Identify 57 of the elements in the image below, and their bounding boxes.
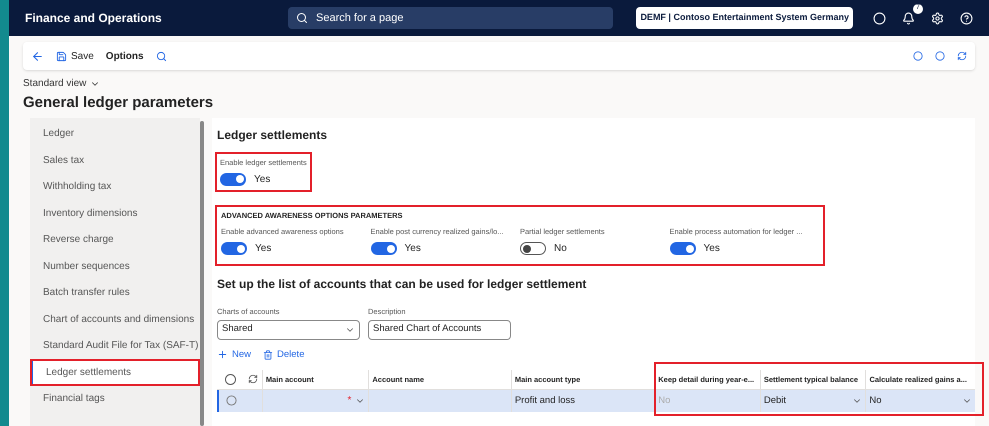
settings-icon[interactable] [931,12,944,24]
new-button[interactable]: New [217,348,252,362]
options-button[interactable]: Options [106,48,144,64]
toggle-value: Yes [254,172,270,187]
nav-item[interactable]: Inventory dimensions [30,200,200,226]
company-selector[interactable]: DEMF | Contoso Entertainment System Germany [636,7,853,29]
nav-item[interactable]: Ledger [30,120,200,147]
toggle-switch[interactable] [670,242,696,256]
refresh-icon[interactable] [957,51,967,61]
toolbar-icon[interactable] [935,51,945,61]
plus-icon [217,349,228,360]
delete-button[interactable]: Delete [263,348,304,362]
dropdown-field[interactable]: Shared [217,320,360,340]
nav-item[interactable]: Financial tags [30,386,200,412]
trash-icon [263,350,274,360]
notification-icon[interactable] [902,12,915,24]
search-field[interactable]: Search for a page [288,7,613,29]
search-icon [296,12,308,24]
app-title[interactable]: Finance and Operations [25,9,280,27]
page-title: General ledger parameters [23,93,214,113]
search-icon[interactable] [156,50,167,62]
refresh-icon[interactable] [248,374,258,384]
required-dropdown-cell[interactable]: * [262,390,368,412]
toggle-switch[interactable] [370,242,396,256]
back-icon[interactable] [31,50,44,62]
dropdown-cell[interactable]: Debit [760,390,866,412]
nav-item[interactable]: Ledger settlements [30,359,200,386]
nav-item[interactable]: Batch transfer rules [30,280,200,306]
input-field[interactable]: Shared Chart of Accounts [368,320,511,340]
toggle-switch[interactable] [220,172,246,186]
save-icon [56,50,67,62]
nav-item[interactable]: Standard Audit File for Tax (SAF-T) [30,332,200,359]
nav-item[interactable]: Sales tax [30,147,200,174]
nav-item[interactable]: Chart of accounts and dimensions [30,306,200,332]
help-icon[interactable] [960,12,973,24]
view-selector[interactable]: Standard view [23,76,100,91]
table-cell: No [654,390,760,412]
section-title: Ledger settlements [217,126,328,144]
list-heading: Set up the list of accounts that can be used for ledger settlement [217,276,588,294]
table-cell: Profit and loss [510,390,654,412]
nav-item[interactable]: Number sequences [30,253,200,280]
scrollbar[interactable] [200,120,204,426]
table-row[interactable]: * Profit and loss No Debit No [217,390,975,412]
required-mark: * [347,394,352,408]
save-button[interactable]: Save [56,48,94,64]
dropdown-cell[interactable]: No [865,390,975,412]
toggle-value: Yes [255,242,272,256]
row-checkbox[interactable] [226,395,237,406]
nav-item[interactable]: Reverse charge [30,226,200,253]
toggle-switch[interactable] [520,242,546,256]
select-all-checkbox[interactable] [224,374,236,385]
toggle-switch[interactable] [221,242,247,256]
toggle-value: Yes [704,242,720,256]
toggle-value: No [554,242,567,256]
toolbar-icon[interactable] [913,51,923,61]
nav-item[interactable]: Withholding tax [30,174,200,200]
toggle-value: Yes [404,242,421,256]
